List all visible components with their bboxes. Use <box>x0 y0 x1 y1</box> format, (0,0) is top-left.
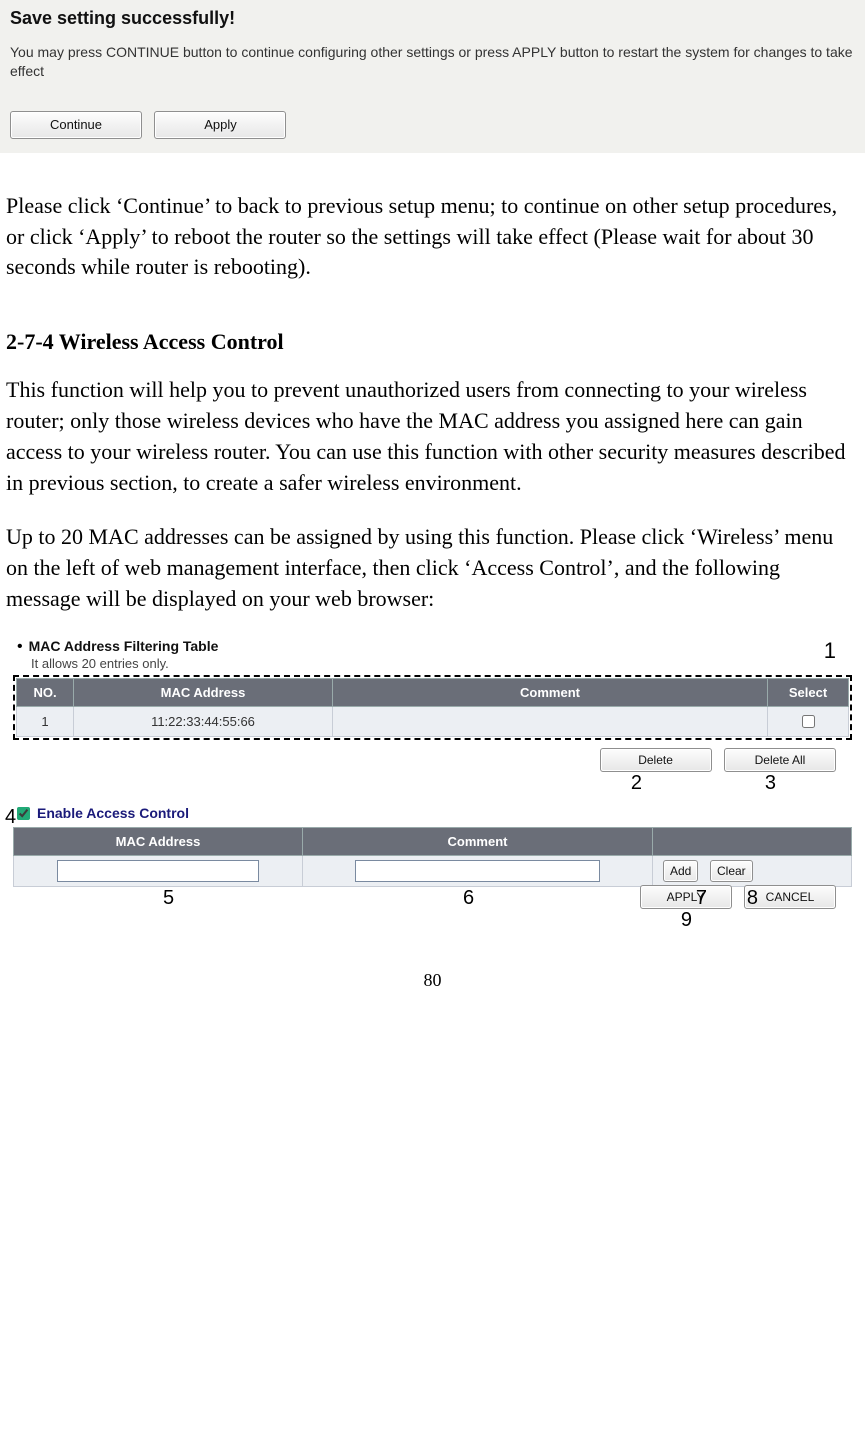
paragraph-2: This function will help you to prevent u… <box>0 375 865 498</box>
paragraph-3: Up to 20 MAC addresses can be assigned b… <box>0 522 865 614</box>
filter-table-heading-row: • MAC Address Filtering Table <box>13 638 852 656</box>
page-number: 80 <box>0 970 865 1001</box>
add-entry-table: MAC Address Comment Add Clear <box>13 827 852 887</box>
filter-table-note: It allows 20 entries only. <box>31 656 852 671</box>
add-table-input-row: Add Clear <box>14 855 852 886</box>
callout-4: 4 <box>5 806 16 829</box>
save-instructions: You may press CONTINUE button to continu… <box>10 43 855 81</box>
enable-access-control-row: Enable Access Control <box>13 804 852 823</box>
callout-3: 3 <box>765 772 776 795</box>
filter-table-highlight: NO. MAC Address Comment Select 1 11:22:3… <box>13 675 852 740</box>
delete-button[interactable]: Delete <box>600 748 712 772</box>
filter-table-actions: Delete Delete All <box>13 748 852 772</box>
callout-9: 9 <box>681 909 692 932</box>
filter-table-title: MAC Address Filtering Table <box>29 638 219 654</box>
save-title: Save setting successfully! <box>10 8 855 29</box>
continue-button[interactable]: Continue <box>10 111 142 139</box>
callout-row-2-3: 2 3 <box>13 772 852 796</box>
save-button-row: Continue Apply <box>10 111 855 139</box>
mac-address-input[interactable] <box>57 860 259 882</box>
router-access-control-panel: 1 • MAC Address Filtering Table It allow… <box>6 635 859 942</box>
callout-row-9: 9 <box>13 909 852 931</box>
enable-access-control-label: Enable Access Control <box>37 805 189 821</box>
cell-mac: 11:22:33:44:55:66 <box>74 706 333 736</box>
callout-8: 8 <box>747 887 758 910</box>
add-header-actions <box>653 827 852 855</box>
section-heading: 2-7-4 Wireless Access Control <box>0 329 865 355</box>
bullet-icon: • <box>17 638 23 656</box>
header-select: Select <box>768 678 849 706</box>
callout-6: 6 <box>463 887 474 910</box>
header-comment: Comment <box>333 678 768 706</box>
cell-comment <box>333 706 768 736</box>
paragraph-1: Please click ‘Continue’ to back to previ… <box>0 191 865 283</box>
add-button[interactable]: Add <box>663 860 698 882</box>
callout-row-5-8: 5 6 7 8 <box>13 887 852 909</box>
delete-all-button[interactable]: Delete All <box>724 748 836 772</box>
add-table-header-row: MAC Address Comment <box>14 827 852 855</box>
callout-7: 7 <box>696 887 707 910</box>
comment-input[interactable] <box>355 860 600 882</box>
save-settings-panel: Save setting successfully! You may press… <box>0 0 865 153</box>
clear-button[interactable]: Clear <box>710 860 753 882</box>
header-no: NO. <box>17 678 74 706</box>
cell-no: 1 <box>17 706 74 736</box>
mac-filter-table: NO. MAC Address Comment Select 1 11:22:3… <box>16 678 849 737</box>
callout-1: 1 <box>824 638 836 664</box>
header-mac: MAC Address <box>74 678 333 706</box>
table-row: 1 11:22:33:44:55:66 <box>17 706 849 736</box>
enable-access-control-checkbox[interactable] <box>17 807 30 820</box>
cell-select <box>768 706 849 736</box>
callout-2: 2 <box>631 772 642 795</box>
apply-button[interactable]: Apply <box>154 111 286 139</box>
add-header-comment: Comment <box>303 827 653 855</box>
add-header-mac: MAC Address <box>14 827 303 855</box>
callout-5: 5 <box>163 887 174 910</box>
row-select-checkbox[interactable] <box>802 715 815 728</box>
table-header-row: NO. MAC Address Comment Select <box>17 678 849 706</box>
